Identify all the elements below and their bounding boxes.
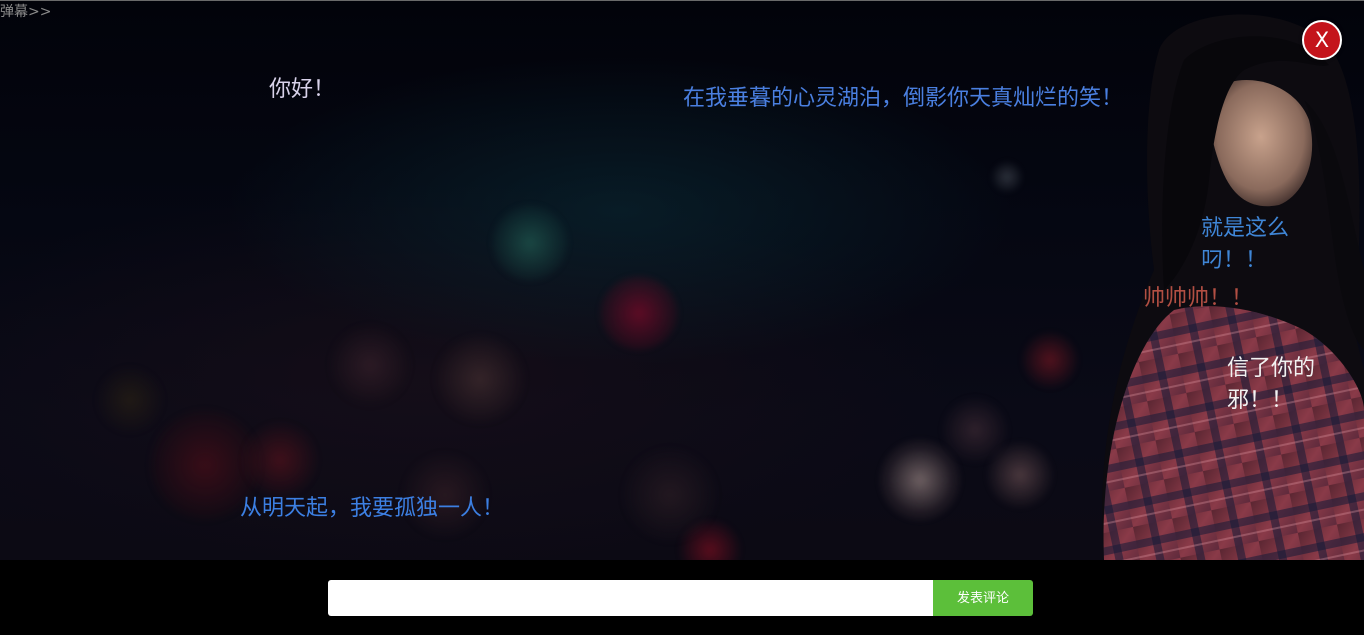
bokeh-light	[985, 440, 1055, 510]
danmaku-comment: 在我垂暮的心灵湖泊，倒影你天真灿烂的笑！	[683, 86, 1124, 111]
submit-comment-button[interactable]: 发表评论	[933, 580, 1033, 616]
bokeh-light	[95, 365, 165, 435]
danmaku-toggle-link[interactable]: 弹幕>>	[0, 3, 51, 21]
bokeh-light	[240, 420, 320, 500]
danmaku-comment: 就是这么叼！！	[1201, 216, 1290, 273]
danmaku-comment: 信了你的邪！！	[1227, 356, 1316, 413]
bokeh-light	[330, 325, 410, 405]
bokeh-light	[492, 205, 568, 281]
bokeh-light	[600, 276, 678, 350]
danmaku-comment: 你好！	[269, 77, 336, 102]
close-button[interactable]: X	[1302, 20, 1342, 60]
comment-input[interactable]	[328, 580, 933, 616]
bokeh-light	[990, 160, 1024, 194]
danmaku-comment: 从明天起，我要孤独一人！	[240, 496, 505, 521]
danmaku-stage: 弹幕>> 你好！ 在我垂暮的心灵湖泊，倒影你天真灿烂的笑！ 就是这么叼！！ 帅帅…	[0, 0, 1364, 635]
danmaku-comment: 帅帅帅！！	[1143, 286, 1254, 311]
bokeh-light	[435, 335, 525, 423]
top-border-line	[0, 0, 1364, 1]
background-photo	[0, 0, 1364, 560]
